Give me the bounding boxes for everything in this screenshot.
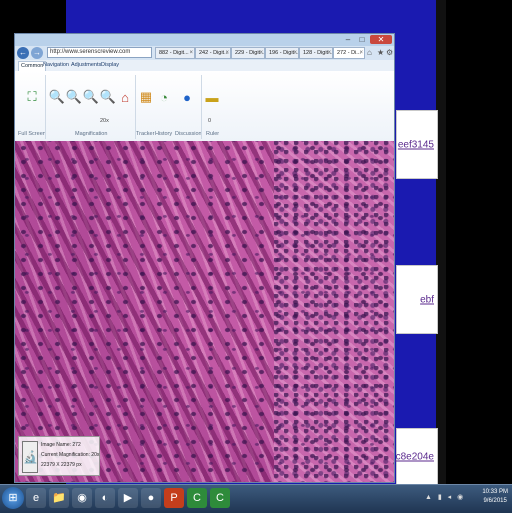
close-icon[interactable]: × <box>225 48 229 58</box>
movie-maker-icon[interactable]: ◐ <box>95 488 115 508</box>
current-magnification-label: Current Magnification: 20x <box>41 452 100 458</box>
taskbar: ⊞ e 📁 ◉ ◐ ▶ ● P C C ▲ ▮ ◂ ◉ 10:33 PM 9/6… <box>0 484 512 513</box>
ruler-icon[interactable]: ▬ <box>205 89 219 105</box>
title-bar[interactable]: – □ ✕ <box>15 34 394 46</box>
background-link[interactable]: eef3145 <box>398 139 434 150</box>
browser-tab[interactable]: 229 - Digit... × <box>231 47 265 59</box>
tab-navigation[interactable]: Navigation <box>43 61 69 70</box>
slide-thumbnail-icon[interactable]: 🔬 <box>22 441 38 473</box>
clock[interactable]: 10:33 PM 9/6/2015 <box>482 488 508 506</box>
group-divider <box>201 75 202 139</box>
browser-window: – □ ✕ ← → http://www.serenscreview.com 8… <box>14 33 395 483</box>
ribbon-toolbar: ⛶ Full Screen 🔍 🔍 🔍 🔍 ⌂ 20x Magnificatio… <box>15 71 394 142</box>
image-name-label: Image Name: 272 <box>41 442 81 448</box>
chrome-icon[interactable]: ◉ <box>72 488 92 508</box>
browser-tab[interactable]: 242 - Digit... × <box>195 47 231 59</box>
group-label-magnification: Magnification <box>75 131 108 137</box>
group-label-history: History <box>155 131 173 137</box>
camtasia-recorder-icon[interactable]: C <box>187 488 207 508</box>
camtasia-editor-icon[interactable]: C <box>210 488 230 508</box>
zoom-custom-icon[interactable]: 🔍 <box>100 89 116 105</box>
navigation-bar: ← → http://www.serenscreview.com 882 - D… <box>15 46 394 60</box>
close-icon[interactable]: × <box>327 48 331 58</box>
tracker-icon[interactable]: ▦ <box>139 89 153 105</box>
tab-adjustments[interactable]: Adjustments <box>71 61 101 70</box>
group-divider <box>45 75 46 139</box>
browser-tab[interactable]: 882 - Digit... × <box>155 47 195 59</box>
background-link-card[interactable]: 5dc8e204e <box>385 428 438 486</box>
image-size-label: 22379 X 22379 px <box>41 462 82 468</box>
slide-viewer[interactable]: 🔬 Image Name: 272 Current Magnification:… <box>15 141 394 482</box>
background-link-card[interactable]: ebf <box>396 265 438 334</box>
tab-label: 242 - Digit... <box>199 50 229 56</box>
background-link-card[interactable]: eef3145 <box>396 110 438 179</box>
clock-date: 9/6/2015 <box>483 498 507 504</box>
zoom-fit-icon[interactable]: 🔍 <box>83 89 99 105</box>
close-button[interactable]: ✕ <box>370 35 392 44</box>
home-icon[interactable]: ⌂ <box>367 48 372 57</box>
close-icon[interactable]: × <box>293 48 297 58</box>
browser-tab-active[interactable]: 272 - Di... × <box>333 47 365 59</box>
browser-tab[interactable]: 196 - Digit... × <box>265 47 299 59</box>
group-label-discussion: Discussion <box>175 131 202 137</box>
powerpoint-icon[interactable]: P <box>164 488 184 508</box>
favorites-icon[interactable]: ★ <box>377 48 384 57</box>
clock-time: 10:33 PM <box>482 489 508 495</box>
tab-label: 882 - Digit... <box>159 50 189 56</box>
history-icon[interactable]: ◔ <box>157 89 171 105</box>
home-view-icon[interactable]: ⌂ <box>118 89 132 105</box>
minimize-button[interactable]: – <box>342 35 354 44</box>
forward-button[interactable]: → <box>31 47 43 59</box>
close-icon[interactable]: × <box>359 48 363 58</box>
camtasia-icon[interactable]: ▶ <box>118 488 138 508</box>
ruler-value: 0 <box>208 118 212 124</box>
group-divider <box>135 75 136 139</box>
zoom-out-icon[interactable]: 🔍 <box>66 89 82 105</box>
internet-explorer-icon[interactable]: e <box>26 488 46 508</box>
close-icon[interactable]: × <box>259 48 263 58</box>
system-tray[interactable]: ▲ ▮ ◂ ◉ <box>425 493 465 501</box>
background-link[interactable]: ebf <box>420 294 434 305</box>
back-button[interactable]: ← <box>17 47 29 59</box>
group-label-full-screen: Full Screen <box>18 131 46 137</box>
tissue-nuclei <box>15 141 394 482</box>
discussion-icon[interactable]: ● <box>180 89 194 105</box>
zoom-in-icon[interactable]: 🔍 <box>49 89 65 105</box>
tab-display[interactable]: Display <box>101 61 119 70</box>
close-icon[interactable]: × <box>189 48 193 58</box>
group-label-ruler: Ruler <box>206 131 220 137</box>
obs-icon[interactable]: ● <box>141 488 161 508</box>
maximize-button[interactable]: □ <box>356 35 368 44</box>
group-label-tracker: Tracker <box>136 131 155 137</box>
magnification-value: 20x <box>100 118 109 124</box>
file-explorer-icon[interactable]: 📁 <box>49 488 69 508</box>
settings-icon[interactable]: ⚙ <box>386 48 393 57</box>
slide-info-panel[interactable]: 🔬 Image Name: 272 Current Magnification:… <box>18 436 100 476</box>
start-button[interactable]: ⊞ <box>2 487 24 509</box>
background-window-edge <box>436 0 446 484</box>
tab-label: 272 - Di... <box>337 50 361 56</box>
browser-tab[interactable]: 128 - Digit... × <box>299 47 333 59</box>
address-bar[interactable]: http://www.serenscreview.com <box>47 47 152 58</box>
full-screen-icon[interactable]: ⛶ <box>25 89 39 105</box>
